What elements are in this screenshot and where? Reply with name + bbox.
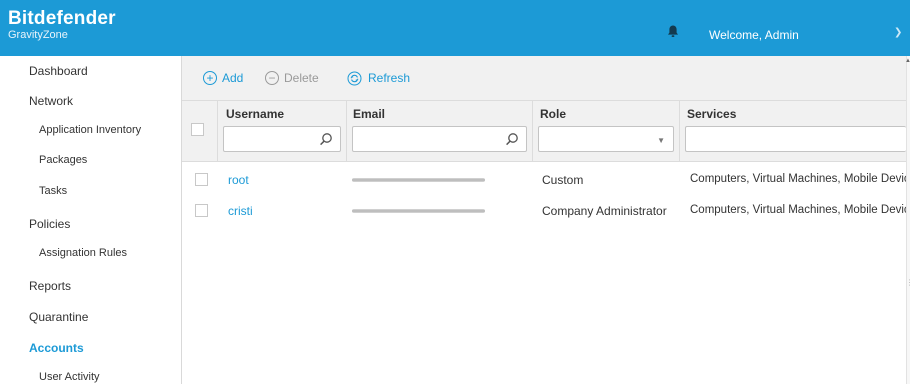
sidebar-item-network[interactable]: Network	[0, 88, 181, 116]
column-divider	[532, 101, 533, 161]
grid-header: Username Email Role ▼ Services	[182, 100, 906, 162]
scroll-grip-icon[interactable]: ⋮	[906, 278, 910, 287]
sidebar-item-label: User Activity	[39, 371, 100, 383]
table-row[interactable]: root Custom Computers, Virtual Machines,…	[182, 165, 910, 194]
username-link[interactable]: root	[228, 173, 249, 187]
column-header-username[interactable]: Username	[226, 107, 284, 121]
column-header-role[interactable]: Role	[540, 107, 566, 121]
caret-down-icon: ▼	[657, 136, 665, 145]
scroll-up-arrow-icon[interactable]: ▲	[905, 58, 910, 64]
email-redacted	[352, 209, 485, 213]
app-header: Bitdefender GravityZone Welcome, Admin ❯	[0, 0, 910, 56]
brand-name: Bitdefender	[8, 8, 116, 29]
vertical-scrollbar[interactable]	[906, 56, 910, 384]
table-row[interactable]: cristi Company Administrator Computers, …	[182, 196, 910, 225]
row-checkbox[interactable]	[195, 204, 208, 217]
sidebar-item-label: Tasks	[39, 185, 68, 197]
main-content: + Add − Delete Refresh Username Email Ro…	[182, 56, 910, 384]
email-filter-input[interactable]	[352, 126, 527, 152]
role-filter-select[interactable]: ▼	[538, 126, 674, 152]
services-cell: Computers, Virtual Machines, Mobile Devi…	[690, 204, 910, 216]
email-redacted	[352, 178, 485, 182]
search-icon	[320, 133, 332, 146]
refresh-icon	[347, 71, 362, 85]
delete-button-label: Delete	[284, 71, 319, 85]
column-header-services[interactable]: Services	[687, 107, 736, 121]
sidebar-item-accounts[interactable]: Accounts	[0, 335, 181, 363]
add-button-label: Add	[222, 71, 244, 85]
refresh-button-label: Refresh	[368, 71, 411, 85]
delete-button[interactable]: − Delete	[265, 70, 319, 86]
services-filter-input[interactable]	[685, 126, 906, 152]
username-link[interactable]: cristi	[228, 204, 253, 218]
search-icon	[506, 133, 518, 146]
sidebar-item-assignation-rules[interactable]: Assignation Rules	[0, 241, 181, 269]
brand-logo[interactable]: Bitdefender GravityZone	[8, 9, 116, 42]
sidebar-item-tasks[interactable]: Tasks	[0, 179, 181, 207]
sidebar-item-label: Network	[29, 94, 74, 108]
sidebar: Dashboard Network Application Inventory …	[0, 56, 182, 384]
sidebar-item-application-inventory[interactable]: Application Inventory	[0, 118, 181, 146]
sidebar-item-label: Dashboard	[29, 64, 88, 78]
sidebar-item-quarantine[interactable]: Quarantine	[0, 304, 181, 332]
sidebar-item-user-activity[interactable]: User Activity	[0, 365, 181, 384]
sidebar-item-label: Application Inventory	[39, 124, 142, 136]
sidebar-item-label: Quarantine	[29, 310, 89, 324]
minus-circle-icon: −	[265, 71, 279, 85]
toolbar: + Add − Delete Refresh	[182, 56, 906, 100]
column-header-email[interactable]: Email	[353, 107, 385, 121]
add-button[interactable]: + Add	[203, 70, 243, 86]
sidebar-item-label: Policies	[29, 217, 71, 231]
sidebar-item-reports[interactable]: Reports	[0, 273, 181, 301]
plus-circle-icon: +	[203, 71, 217, 85]
sidebar-item-label: Reports	[29, 279, 72, 293]
sidebar-item-packages[interactable]: Packages	[0, 148, 181, 176]
column-divider	[346, 101, 347, 161]
refresh-button[interactable]: Refresh	[347, 70, 410, 86]
role-cell: Company Administrator	[542, 204, 667, 218]
sidebar-item-label: Accounts	[29, 341, 84, 355]
username-filter-input[interactable]	[223, 126, 341, 152]
sidebar-item-dashboard[interactable]: Dashboard	[0, 58, 181, 86]
role-cell: Custom	[542, 173, 584, 187]
bell-icon[interactable]	[666, 24, 680, 38]
row-checkbox[interactable]	[195, 173, 208, 186]
brand-subtitle: GravityZone	[8, 29, 68, 41]
welcome-user-menu[interactable]: Welcome, Admin	[709, 28, 799, 42]
column-divider	[217, 101, 218, 161]
select-all-checkbox[interactable]	[191, 123, 204, 136]
sidebar-item-policies[interactable]: Policies	[0, 211, 181, 239]
sidebar-item-label: Packages	[39, 154, 88, 166]
column-divider	[679, 101, 680, 161]
sidebar-item-label: Assignation Rules	[39, 247, 128, 259]
services-cell: Computers, Virtual Machines, Mobile Devi…	[690, 173, 910, 185]
chevron-down-icon[interactable]: ❯	[894, 27, 902, 38]
